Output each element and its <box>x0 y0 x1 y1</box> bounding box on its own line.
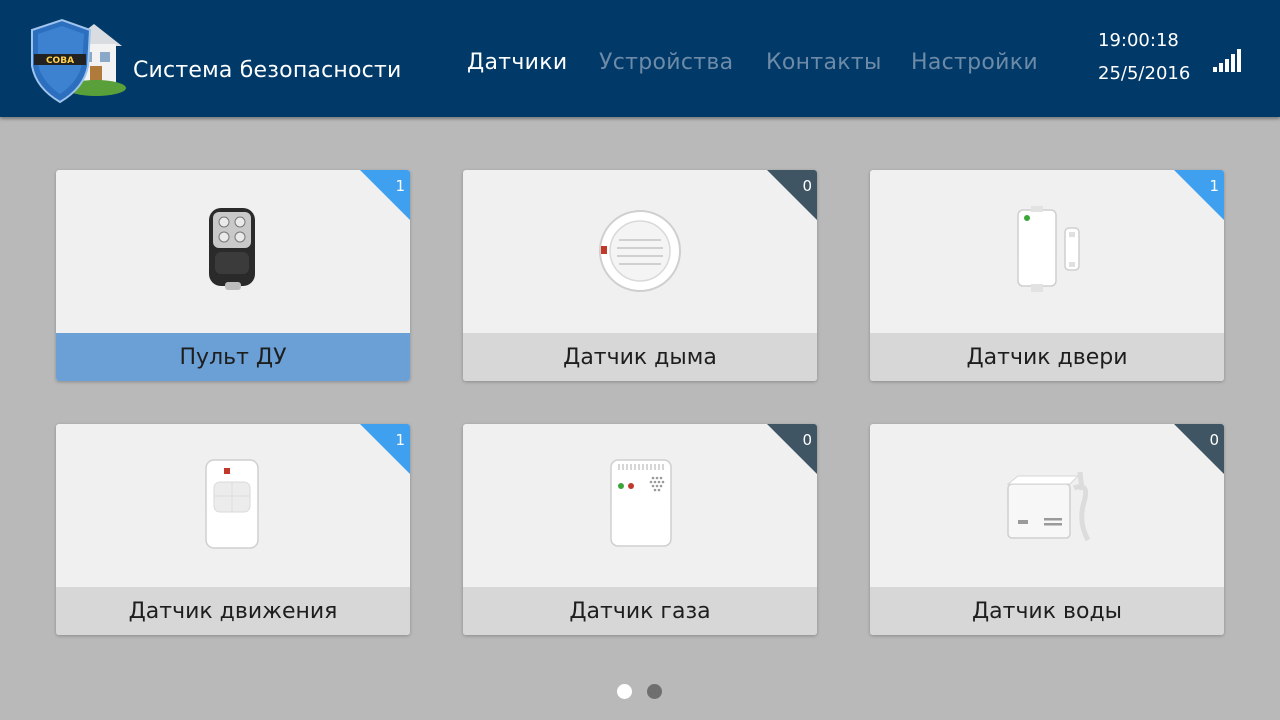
count-badge: 1 <box>360 170 410 220</box>
count-badge-value: 0 <box>802 431 812 449</box>
sensor-image-area <box>463 424 817 587</box>
sensor-label-bar: Датчик дыма <box>463 333 817 381</box>
clock-time: 19:00:18 <box>1098 30 1179 51</box>
sensor-card-remote[interactable]: Пульт ДУ 1 <box>56 170 410 381</box>
signal-bars-icon <box>1212 48 1246 74</box>
sensor-label: Датчик движения <box>128 598 338 624</box>
count-badge: 0 <box>1174 424 1224 474</box>
app-logo: СОВА <box>26 18 126 104</box>
count-badge: 1 <box>1174 170 1224 220</box>
sensor-label: Датчик воды <box>971 598 1123 624</box>
pager-dot-1[interactable] <box>617 684 632 699</box>
sensor-label-bar: Датчик газа <box>463 587 817 635</box>
count-badge-value: 1 <box>1209 177 1219 195</box>
pager-dot-2[interactable] <box>647 684 662 699</box>
sensor-card-water[interactable]: Датчик воды 0 <box>870 424 1224 635</box>
top-bar: СОВА Система безопасности Датчики Устрой… <box>0 0 1280 117</box>
sensor-label-bar: Датчик движения <box>56 587 410 635</box>
count-badge: 0 <box>767 424 817 474</box>
tab-sensors[interactable]: Датчики <box>467 50 567 75</box>
sensor-label-bar: Датчик двери <box>870 333 1224 381</box>
count-badge: 0 <box>767 170 817 220</box>
tab-contacts[interactable]: Контакты <box>766 50 882 75</box>
smoke-detector-icon <box>599 210 681 292</box>
sensor-label-bar: Пульт ДУ <box>56 333 410 381</box>
sensor-label: Датчик двери <box>966 344 1128 370</box>
tab-devices[interactable]: Устройства <box>599 50 733 75</box>
sensor-image-area <box>870 170 1224 333</box>
count-badge-value: 0 <box>1209 431 1219 449</box>
sensor-image-area <box>56 170 410 333</box>
count-badge-value: 1 <box>395 431 405 449</box>
clock-date: 25/5/2016 <box>1098 63 1191 84</box>
sensor-image-area <box>56 424 410 587</box>
gas-detector-icon <box>610 459 672 547</box>
app-title: Система безопасности <box>133 58 402 83</box>
tab-settings[interactable]: Настройки <box>911 50 1038 75</box>
count-badge-value: 0 <box>802 177 812 195</box>
sensor-label-bar: Датчик воды <box>870 587 1224 635</box>
logo-text: СОВА <box>46 56 74 66</box>
door-sensor-icon <box>1017 206 1080 292</box>
count-badge-value: 1 <box>395 177 405 195</box>
sensor-image-area <box>463 170 817 333</box>
sensor-card-smoke[interactable]: Датчик дыма 0 <box>463 170 817 381</box>
motion-sensor-icon <box>205 459 259 549</box>
sensor-label: Датчик дыма <box>563 344 717 370</box>
sensor-label: Датчик газа <box>569 598 711 624</box>
sensor-label: Пульт ДУ <box>179 344 287 370</box>
remote-control-icon <box>209 208 255 290</box>
water-sensor-icon <box>1006 471 1091 542</box>
sensor-card-door[interactable]: Датчик двери 1 <box>870 170 1224 381</box>
count-badge: 1 <box>360 424 410 474</box>
sensor-card-motion[interactable]: Датчик движения 1 <box>56 424 410 635</box>
sensor-image-area <box>870 424 1224 587</box>
sensor-card-gas[interactable]: Датчик газа 0 <box>463 424 817 635</box>
